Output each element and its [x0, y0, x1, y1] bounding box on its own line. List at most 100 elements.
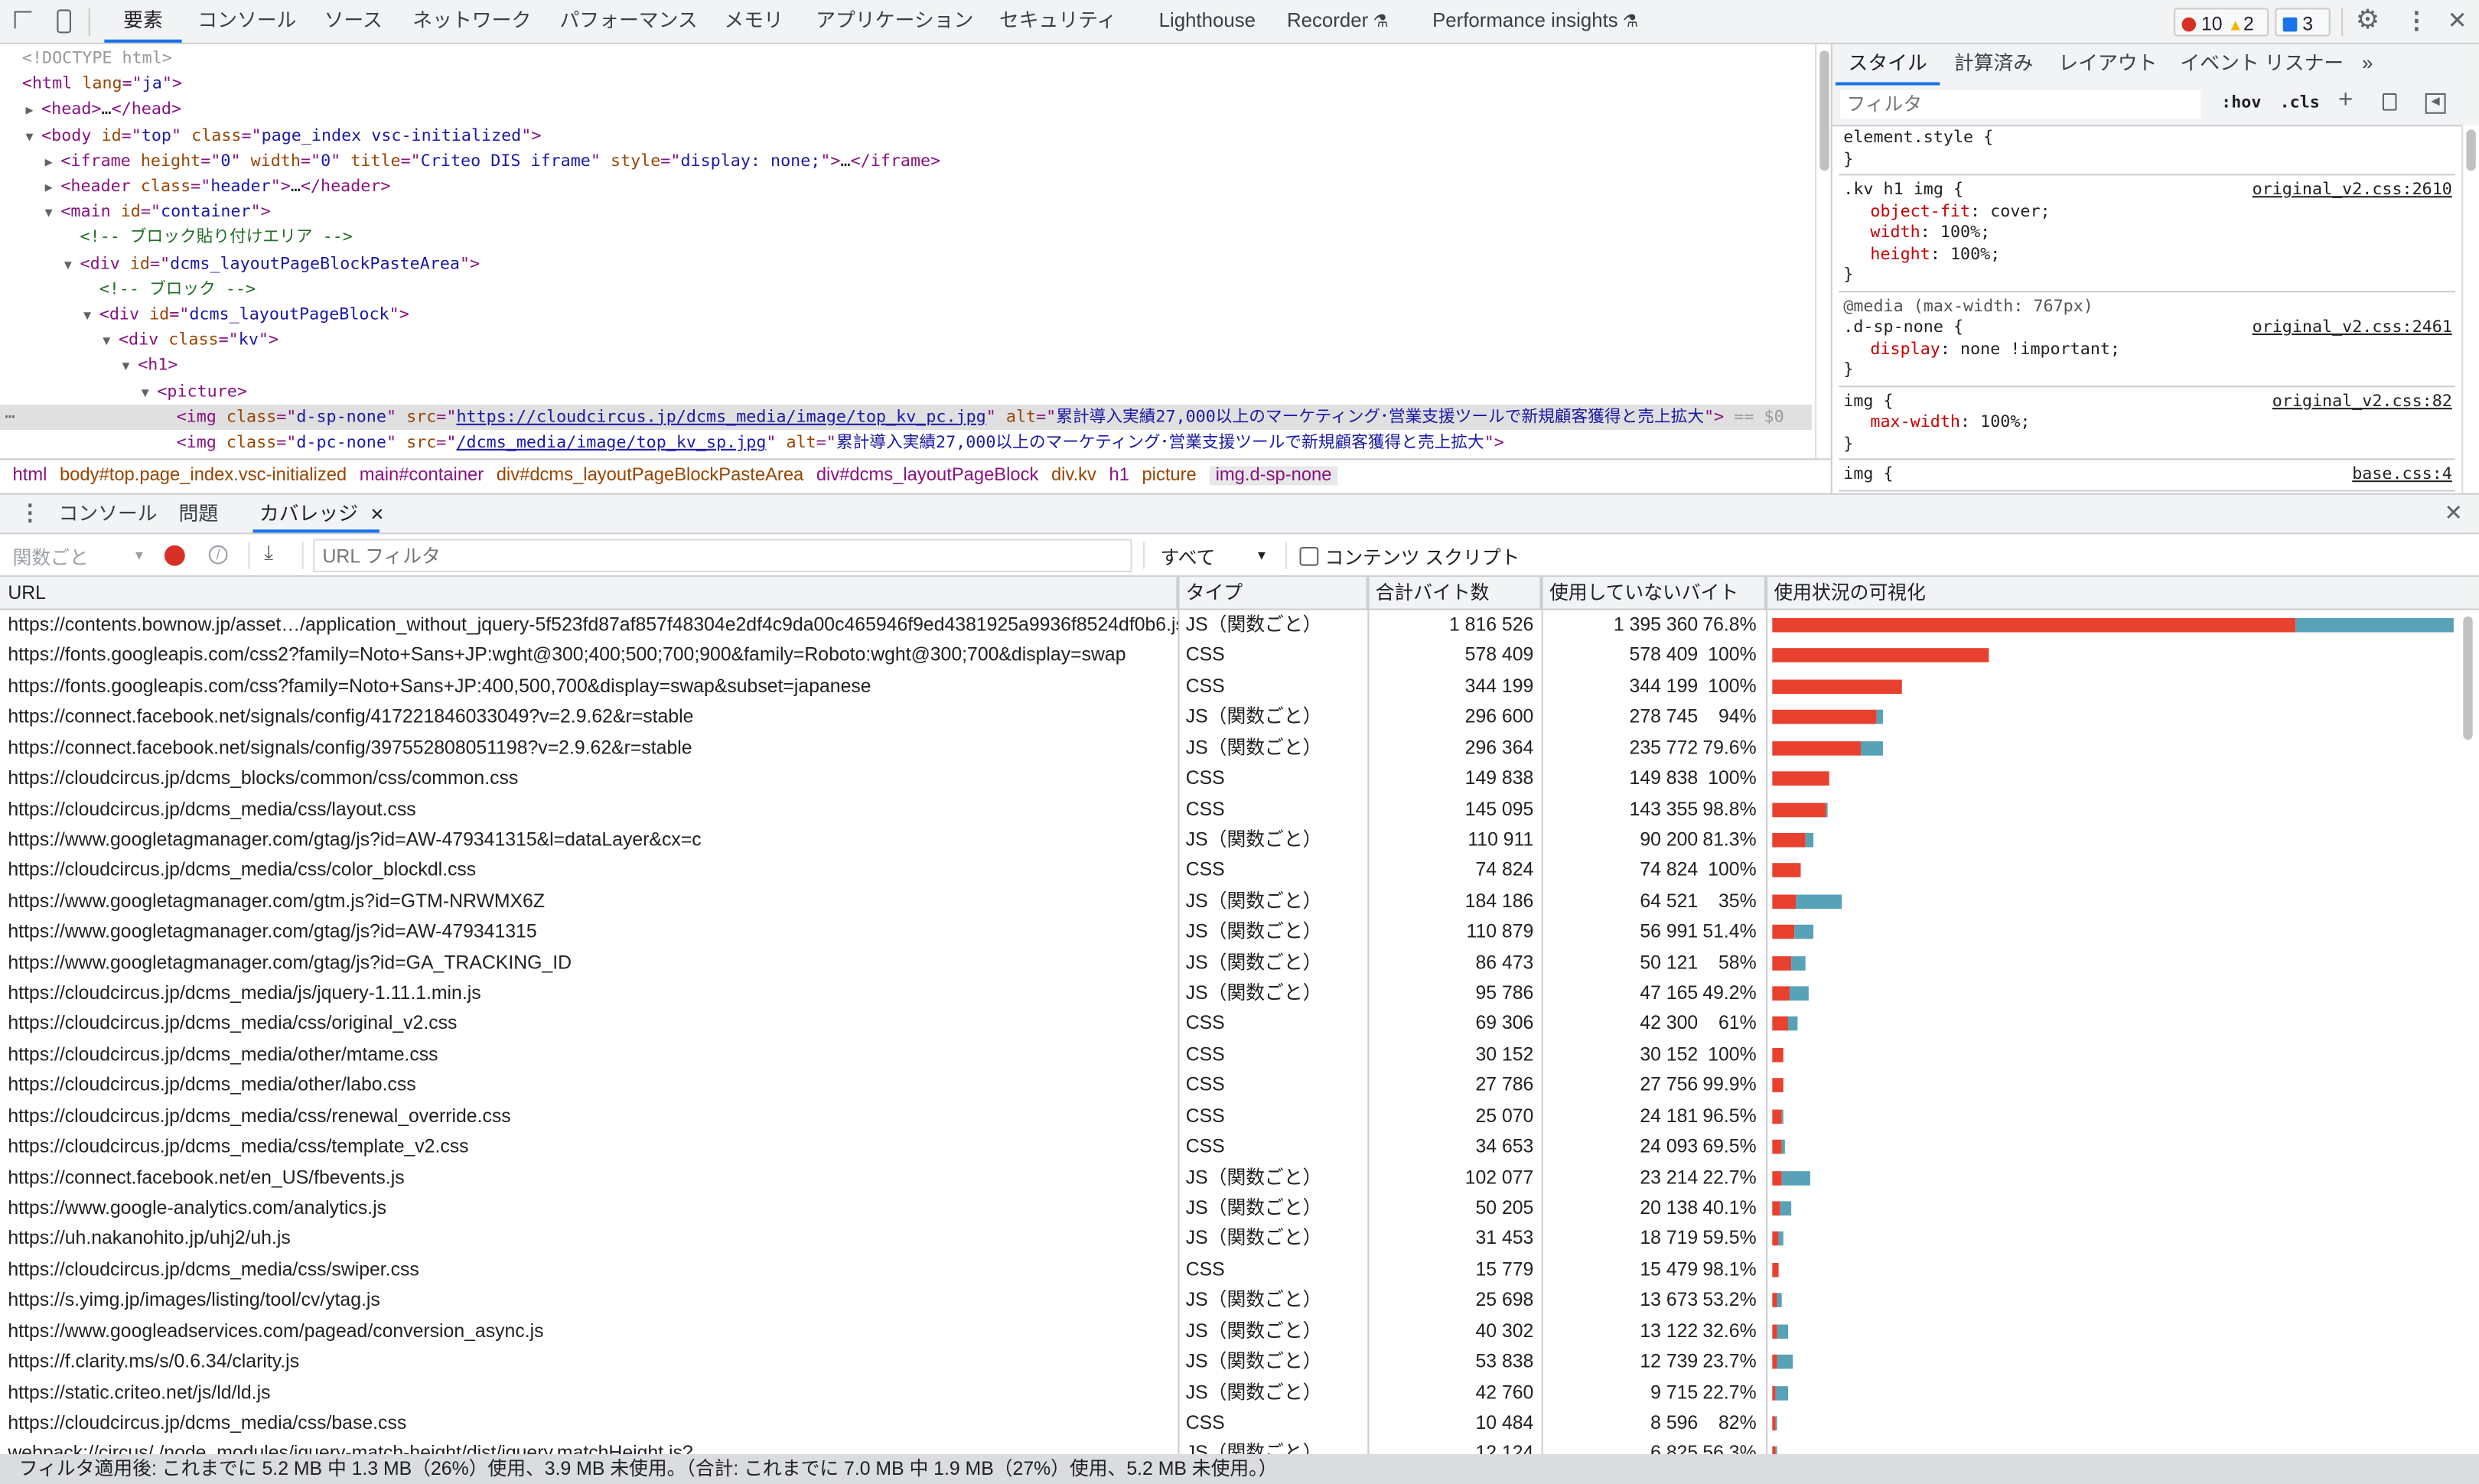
more-dots-icon[interactable]: ⋯ [5, 405, 15, 430]
coverage-mode-select[interactable]: 関数ごと ▼ [13, 544, 146, 571]
dom-node-line[interactable]: <!-- ブロック --> [0, 276, 1812, 301]
expand-triangle-icon[interactable]: ▶ [45, 150, 61, 175]
dom-node-line[interactable]: <html lang="ja"> [0, 71, 1812, 96]
inspect-element-icon[interactable] [14, 11, 32, 29]
table-row[interactable]: https://cloudcircus.jp/dcms_media/other/… [0, 1040, 2460, 1070]
table-row[interactable]: https://www.googletagmanager.com/gtm.js?… [0, 887, 2460, 917]
tab-4[interactable]: パフォーマンス [559, 0, 697, 43]
content-scripts-checkbox[interactable] [1299, 546, 1319, 566]
table-row[interactable]: https://uh.nakanohito.jp/uhj2/uh.js JS（関数… [0, 1224, 2460, 1255]
style-property[interactable]: max-width: 100%; [1843, 412, 2455, 434]
dom-node-line[interactable]: ▼ <div id="dcms_layoutPageBlock"> [0, 302, 1812, 327]
table-row[interactable]: https://cloudcircus.jp/dcms_media/css/or… [0, 1009, 2460, 1040]
breadcrumb-item[interactable]: picture [1142, 467, 1196, 486]
close-devtools-icon[interactable]: ✕ [2448, 6, 2468, 34]
breadcrumb-item[interactable]: h1 [1109, 467, 1129, 486]
styles-scrollbar[interactable] [2461, 125, 2479, 493]
tab-9[interactable]: Recorder ⚗ [1287, 0, 1389, 43]
table-row[interactable]: https://www.google-analytics.com/analyti… [0, 1193, 2460, 1224]
column-header-url[interactable]: URL [0, 577, 1178, 609]
styles-tab-1[interactable]: 計算済み [1954, 44, 2033, 86]
clear-icon[interactable]: / [208, 545, 228, 565]
table-row[interactable]: https://f.clarity.ms/s/0.6.34/clarity.js… [0, 1347, 2460, 1378]
expand-triangle-icon[interactable]: ▶ [25, 99, 41, 124]
breadcrumb-item[interactable]: body#top.page_index.vsc-initialized [60, 467, 347, 486]
more-options-icon[interactable]: ⋮ [2405, 6, 2429, 34]
styles-filter-input[interactable] [1840, 89, 2201, 119]
dom-node-line[interactable]: ⋯ <img class="d-sp-none" src="https://clo… [0, 404, 1812, 430]
cls-toggle[interactable]: .cls [2280, 93, 2320, 112]
column-header-type[interactable]: タイプ [1178, 577, 1368, 609]
table-row[interactable]: https://www.googleadservices.com/pagead/… [0, 1316, 2460, 1347]
table-row[interactable]: https://cloudcircus.jp/dcms_blocks/commo… [0, 763, 2460, 794]
table-row[interactable]: https://cloudcircus.jp/dcms_media/css/te… [0, 1132, 2460, 1163]
table-row[interactable]: https://www.googletagmanager.com/gtag/js… [0, 825, 2460, 855]
export-download-icon[interactable]: ⤓ [264, 541, 273, 566]
coverage-scrollbar[interactable] [2458, 610, 2479, 1454]
issues-badge[interactable]: 10 ▲2 [2174, 8, 2269, 37]
toggle-sidebar-icon[interactable]: ◀ [2425, 93, 2446, 114]
table-row[interactable]: https://connect.facebook.net/signals/con… [0, 702, 2460, 733]
dom-node-line[interactable]: ▼ <body id="top" class="page_index vsc-in… [0, 122, 1812, 148]
breadcrumb-item[interactable]: div#dcms_layoutPageBlockPasteArea [497, 467, 804, 486]
url-filter-input[interactable] [313, 539, 1132, 573]
dom-node-line[interactable]: <!DOCTYPE html> [0, 46, 1812, 71]
hov-toggle[interactable]: :hov [2221, 93, 2261, 112]
style-property[interactable]: display: none !important; [1843, 339, 2455, 360]
dom-node-line[interactable]: <!-- ブロック貼り付けエリア --> [0, 225, 1812, 250]
dom-tree[interactable]: <!DOCTYPE html> <html lang="ja"> ▶ <head>…<… [0, 44, 1816, 459]
expand-triangle-icon[interactable]: ▶ [45, 175, 61, 200]
table-row[interactable]: https://www.googletagmanager.com/gtag/js… [0, 917, 2460, 948]
expand-triangle-icon[interactable]: ▼ [122, 355, 138, 380]
table-row[interactable]: https://fonts.googleapis.com/css2?family… [0, 641, 2460, 672]
styles-tab-4[interactable]: » [2362, 44, 2373, 86]
breadcrumb-item[interactable]: html [13, 467, 47, 486]
table-row[interactable]: https://static.criteo.net/js/ld/ld.js JS（… [0, 1378, 2460, 1408]
tab-8[interactable]: Lighthouse [1159, 0, 1256, 43]
table-row[interactable]: https://s.yimg.jp/images/listing/tool/cv… [0, 1285, 2460, 1316]
tab-10[interactable]: Performance insights ⚗ [1432, 0, 1638, 43]
table-row[interactable]: https://cloudcircus.jp/dcms_media/css/sw… [0, 1255, 2460, 1285]
expand-triangle-icon[interactable]: ▼ [142, 380, 158, 405]
drawer-tab-coverage[interactable]: カバレッジ ✕ [252, 495, 385, 533]
dom-node-line[interactable]: ▶ <head>…</head> [0, 97, 1812, 122]
style-rule[interactable]: img {original_v2.css:82 max-width: 100%;} [1839, 388, 2455, 460]
settings-gear-icon[interactable]: ⚙ [2356, 5, 2380, 36]
column-header-unused-bytes[interactable]: 使用していないバイト [1542, 577, 1767, 609]
style-property[interactable]: height: 100%; [1843, 244, 2455, 265]
new-style-rule-icon[interactable]: + [2338, 87, 2353, 116]
style-rule[interactable]: img {base.css:4 [1839, 461, 2455, 491]
expand-triangle-icon[interactable]: ▼ [64, 252, 80, 278]
close-drawer-icon[interactable]: ✕ [2444, 500, 2462, 526]
dom-node-line[interactable]: ▼ <div id="dcms_layoutPageBlockPasteArea"… [0, 251, 1812, 276]
rule-source-link[interactable]: original_v2.css:82 [2272, 391, 2452, 412]
messages-badge[interactable]: 3 [2275, 8, 2331, 37]
tab-3[interactable]: ネットワーク [412, 0, 531, 43]
record-button[interactable] [164, 545, 185, 566]
expand-triangle-icon[interactable]: ▼ [83, 304, 99, 329]
style-rule[interactable]: element.style {} [1839, 125, 2455, 176]
table-row[interactable]: https://cloudcircus.jp/dcms_media/other/… [0, 1070, 2460, 1101]
styles-tab-2[interactable]: レイアウト [2058, 44, 2157, 86]
dom-node-line[interactable]: ▼ <h1> [0, 353, 1812, 379]
style-property[interactable]: object-fit: cover; [1843, 201, 2455, 223]
dom-node-line[interactable]: ▼ <picture> [0, 379, 1812, 404]
expand-triangle-icon[interactable]: ▼ [25, 124, 41, 149]
table-row[interactable]: https://cloudcircus.jp/dcms_media/js/jqu… [0, 978, 2460, 1009]
table-row[interactable]: https://connect.facebook.net/en_US/fbeve… [0, 1163, 2460, 1193]
table-row[interactable]: webpack://circus/./node_modules/jquery-m… [0, 1439, 2460, 1454]
table-row[interactable]: https://connect.facebook.net/signals/con… [0, 733, 2460, 763]
drawer-menu-icon[interactable]: ⋮ [19, 500, 41, 526]
dom-node-line[interactable]: ▼ <div class="kv"> [0, 327, 1812, 353]
dom-node-line[interactable]: ▶ <iframe height="0" width="0" title="Cri… [0, 148, 1812, 174]
breadcrumb-item[interactable]: div#dcms_layoutPageBlock [816, 467, 1039, 486]
styles-tab-0[interactable]: スタイル [1835, 44, 1940, 86]
column-header-usage-visualization[interactable]: 使用状況の可視化 [1766, 577, 2479, 608]
table-row[interactable]: https://contents.bownow.jp/asset…/applic… [0, 610, 2460, 641]
dom-node-line[interactable]: ▼ <main id="container"> [0, 200, 1812, 225]
rule-source-link[interactable]: base.css:4 [2352, 464, 2452, 486]
rule-source-link[interactable]: original_v2.css:2610 [2253, 181, 2452, 202]
dom-scrollbar[interactable] [1815, 44, 1832, 459]
breadcrumb-item[interactable]: main#container [360, 467, 484, 486]
dom-node-line[interactable]: ▶ <header class="header">…</header> [0, 174, 1812, 199]
